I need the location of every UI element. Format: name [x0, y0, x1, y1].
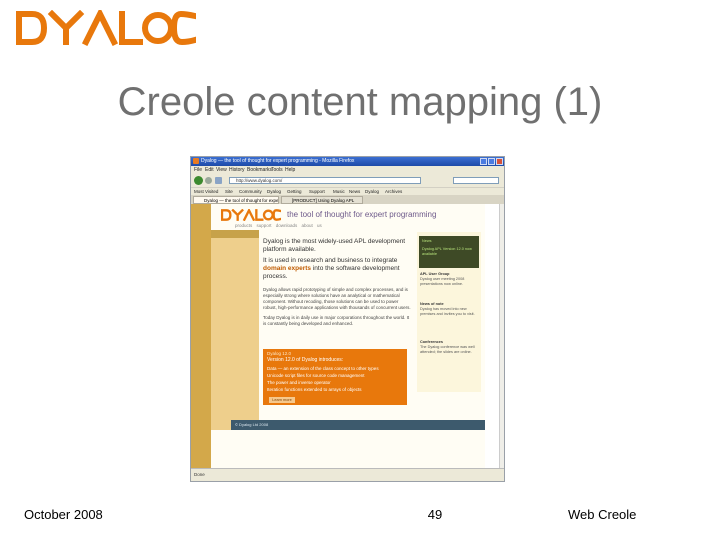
tab-strip: Dyalog — the tool of thought for expert.…	[191, 195, 504, 204]
dyalog-logo-mark	[16, 7, 199, 47]
window-titlebar: Dyalog — the tool of thought for expert …	[191, 157, 504, 166]
menu-tools[interactable]: Tools	[271, 167, 283, 173]
navigation-toolbar: http://www.dyalog.com/	[191, 174, 504, 187]
headline-line-2: It is used in research and business to i…	[263, 257, 400, 280]
slide-title: Creole content mapping (1)	[117, 80, 603, 124]
webpage-tagline: the tool of thought for expert programmi…	[287, 210, 437, 219]
search-field[interactable]	[453, 177, 499, 184]
menu-file[interactable]: File	[194, 167, 202, 173]
bookmark-item[interactable]: Site	[225, 189, 233, 194]
panel-item: Unicode script files for source code man…	[267, 373, 365, 378]
back-icon[interactable]	[194, 176, 203, 185]
vertical-scrollbar[interactable]	[499, 204, 504, 468]
maximize-button[interactable]	[488, 158, 495, 165]
panel-item: Iteration functions extended to arrays o…	[267, 387, 362, 392]
minimize-button[interactable]	[480, 158, 487, 165]
panel-heading: Dyalog 12.0	[267, 351, 292, 356]
news-box[interactable]: News Dyalog APL Version 12.0 now availab…	[419, 236, 479, 268]
footer-title: Web Creole	[568, 507, 637, 522]
bookmark-item[interactable]: Dyalog	[365, 189, 379, 194]
panel-title: Version 12.0 of Dyalog introduces:	[267, 357, 344, 363]
headline-line-1: Dyalog is the most widely-used APL devel…	[263, 238, 406, 253]
browser-screenshot: Dyalog — the tool of thought for expert …	[190, 156, 505, 482]
bookmark-item[interactable]: News	[349, 189, 360, 194]
firefox-icon	[193, 158, 199, 164]
page-right-margin	[485, 204, 504, 468]
status-bar: Done	[191, 468, 504, 481]
webpage-logo-mark	[220, 207, 283, 222]
page-viewport: the tool of thought for expert programmi…	[191, 204, 504, 468]
intro-paragraph-1: Dyalog allows rapid prototyping of simpl…	[263, 287, 411, 310]
bookmark-item[interactable]: Most Visited	[194, 189, 218, 194]
tab-using-dyalog[interactable]: [PRODUCT] Using Dyalog APL	[281, 196, 363, 204]
bookmark-item[interactable]: Community	[239, 189, 262, 194]
headline: Dyalog is the most widely-used APL devel…	[263, 238, 413, 281]
close-button[interactable]	[496, 158, 503, 165]
menu-help[interactable]: Help	[285, 167, 295, 173]
intro-text: Dyalog allows rapid prototyping of simpl…	[263, 287, 413, 327]
tab-dyalog[interactable]: Dyalog — the tool of thought for expert.…	[193, 196, 279, 204]
panel-item: Data — an extension of the class concept…	[267, 366, 379, 371]
status-text: Done	[194, 472, 205, 477]
menu-bookmarks[interactable]: Bookmarks	[247, 167, 272, 173]
bookmark-item[interactable]: Dyalog	[267, 189, 281, 194]
webpage-logo	[220, 207, 283, 223]
bookmark-item[interactable]: Support	[309, 189, 325, 194]
webpage-nav[interactable]: products support downloads about us	[235, 223, 322, 228]
bookmark-item[interactable]: Music	[333, 189, 345, 194]
window-title: Dyalog — the tool of thought for expert …	[201, 158, 355, 164]
sidebar-text: Dyalog user meeting 2008 presentations n…	[420, 277, 465, 286]
url-bar[interactable]: http://www.dyalog.com/	[229, 177, 421, 184]
news-heading: News	[422, 239, 432, 243]
left-column	[211, 230, 259, 430]
menu-view[interactable]: View	[216, 167, 227, 173]
bookmark-item[interactable]: Archives	[385, 189, 402, 194]
left-column-header	[211, 230, 259, 238]
learn-more-button[interactable]: Learn more	[269, 397, 295, 403]
menu-bar: File Edit View History Bookmarks Tools H…	[191, 166, 504, 174]
footer-copyright: © Dyalog Ltd 2008	[235, 422, 269, 427]
feature-panel: Dyalog 12.0 Version 12.0 of Dyalog intro…	[263, 349, 407, 405]
bookmarks-toolbar: Most Visited Site Community Dyalog Getti…	[191, 187, 504, 195]
intro-paragraph-2: Today Dyalog is in daily use in major co…	[263, 315, 410, 326]
dyalog-webpage: the tool of thought for expert programmi…	[211, 204, 504, 468]
menu-history[interactable]: History	[229, 167, 245, 173]
menu-edit[interactable]: Edit	[205, 167, 214, 173]
panel-item: The power and inverse operator	[267, 380, 331, 385]
news-sidebar: News Dyalog APL Version 12.0 now availab…	[417, 232, 481, 392]
dyalog-logo	[16, 7, 199, 51]
sidebar-text: Dyalog has moved into new premises and i…	[420, 307, 475, 316]
reload-icon[interactable]	[215, 177, 222, 184]
news-text: Dyalog APL Version 12.0 now available	[422, 247, 472, 256]
bookmark-item[interactable]: Getting	[287, 189, 302, 194]
sidebar-text: The Dyalog conference was well attended;…	[420, 345, 475, 354]
webpage-footer: © Dyalog Ltd 2008	[231, 420, 504, 430]
forward-icon[interactable]	[205, 177, 212, 184]
